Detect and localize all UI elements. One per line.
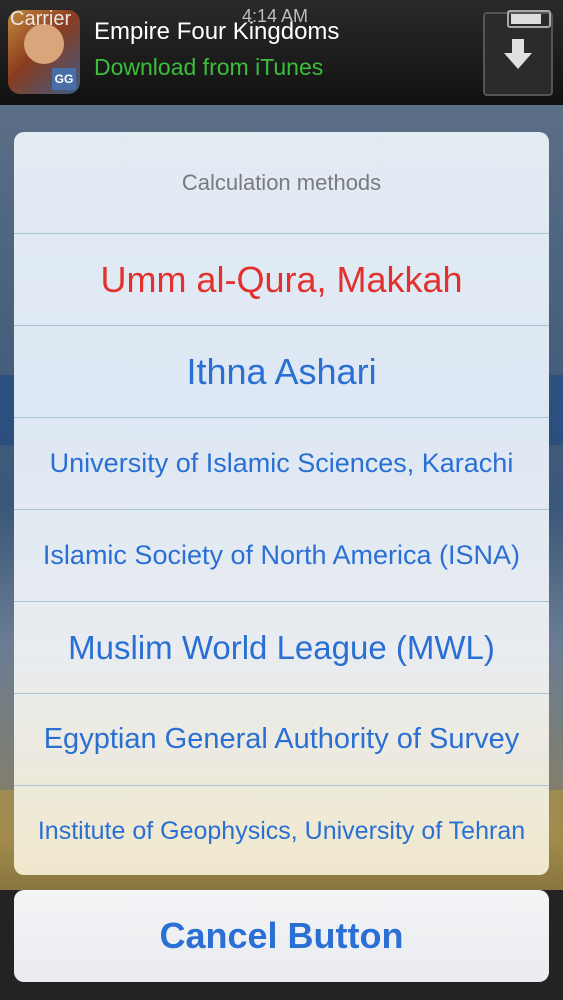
status-time: 4:14 AM xyxy=(242,6,309,26)
option-karachi[interactable]: University of Islamic Sciences, Karachi xyxy=(14,418,549,510)
option-label: Ithna Ashari xyxy=(186,350,377,392)
option-isna[interactable]: Islamic Society of North America (ISNA) xyxy=(14,510,549,602)
cancel-label: Cancel Button xyxy=(159,915,404,956)
option-label: Muslim World League (MWL) xyxy=(68,628,495,666)
option-tehran[interactable]: Institute of Geophysics, University of T… xyxy=(14,786,549,875)
option-label: Islamic Society of North America (ISNA) xyxy=(42,540,521,570)
option-umm-al-qura[interactable]: Umm al-Qura, Makkah xyxy=(14,234,549,326)
option-label: Institute of Geophysics, University of T… xyxy=(37,817,526,845)
option-egyptian[interactable]: Egyptian General Authority of Survey xyxy=(14,694,549,786)
ad-subtitle[interactable]: Download from iTunes xyxy=(94,54,323,81)
action-sheet-title: Calculation methods xyxy=(14,132,549,234)
download-arrow-icon xyxy=(504,39,532,69)
status-carrier: Carrier xyxy=(10,8,72,30)
action-sheet: Calculation methods Umm al-Qura, Makkah … xyxy=(14,132,549,875)
option-ithna-ashari[interactable]: Ithna Ashari xyxy=(14,326,549,418)
ad-banner[interactable]: GG Empire Four Kingdoms Download from iT… xyxy=(0,0,563,105)
option-mwl[interactable]: Muslim World League (MWL) xyxy=(14,602,549,694)
option-label: Umm al-Qura, Makkah xyxy=(100,258,463,300)
app-icon-badge: GG xyxy=(52,68,76,90)
battery-icon xyxy=(507,10,551,28)
option-label: Egyptian General Authority of Survey xyxy=(43,723,520,755)
cancel-button[interactable]: Cancel Button xyxy=(14,890,549,982)
option-label: University of Islamic Sciences, Karachi xyxy=(49,448,514,478)
